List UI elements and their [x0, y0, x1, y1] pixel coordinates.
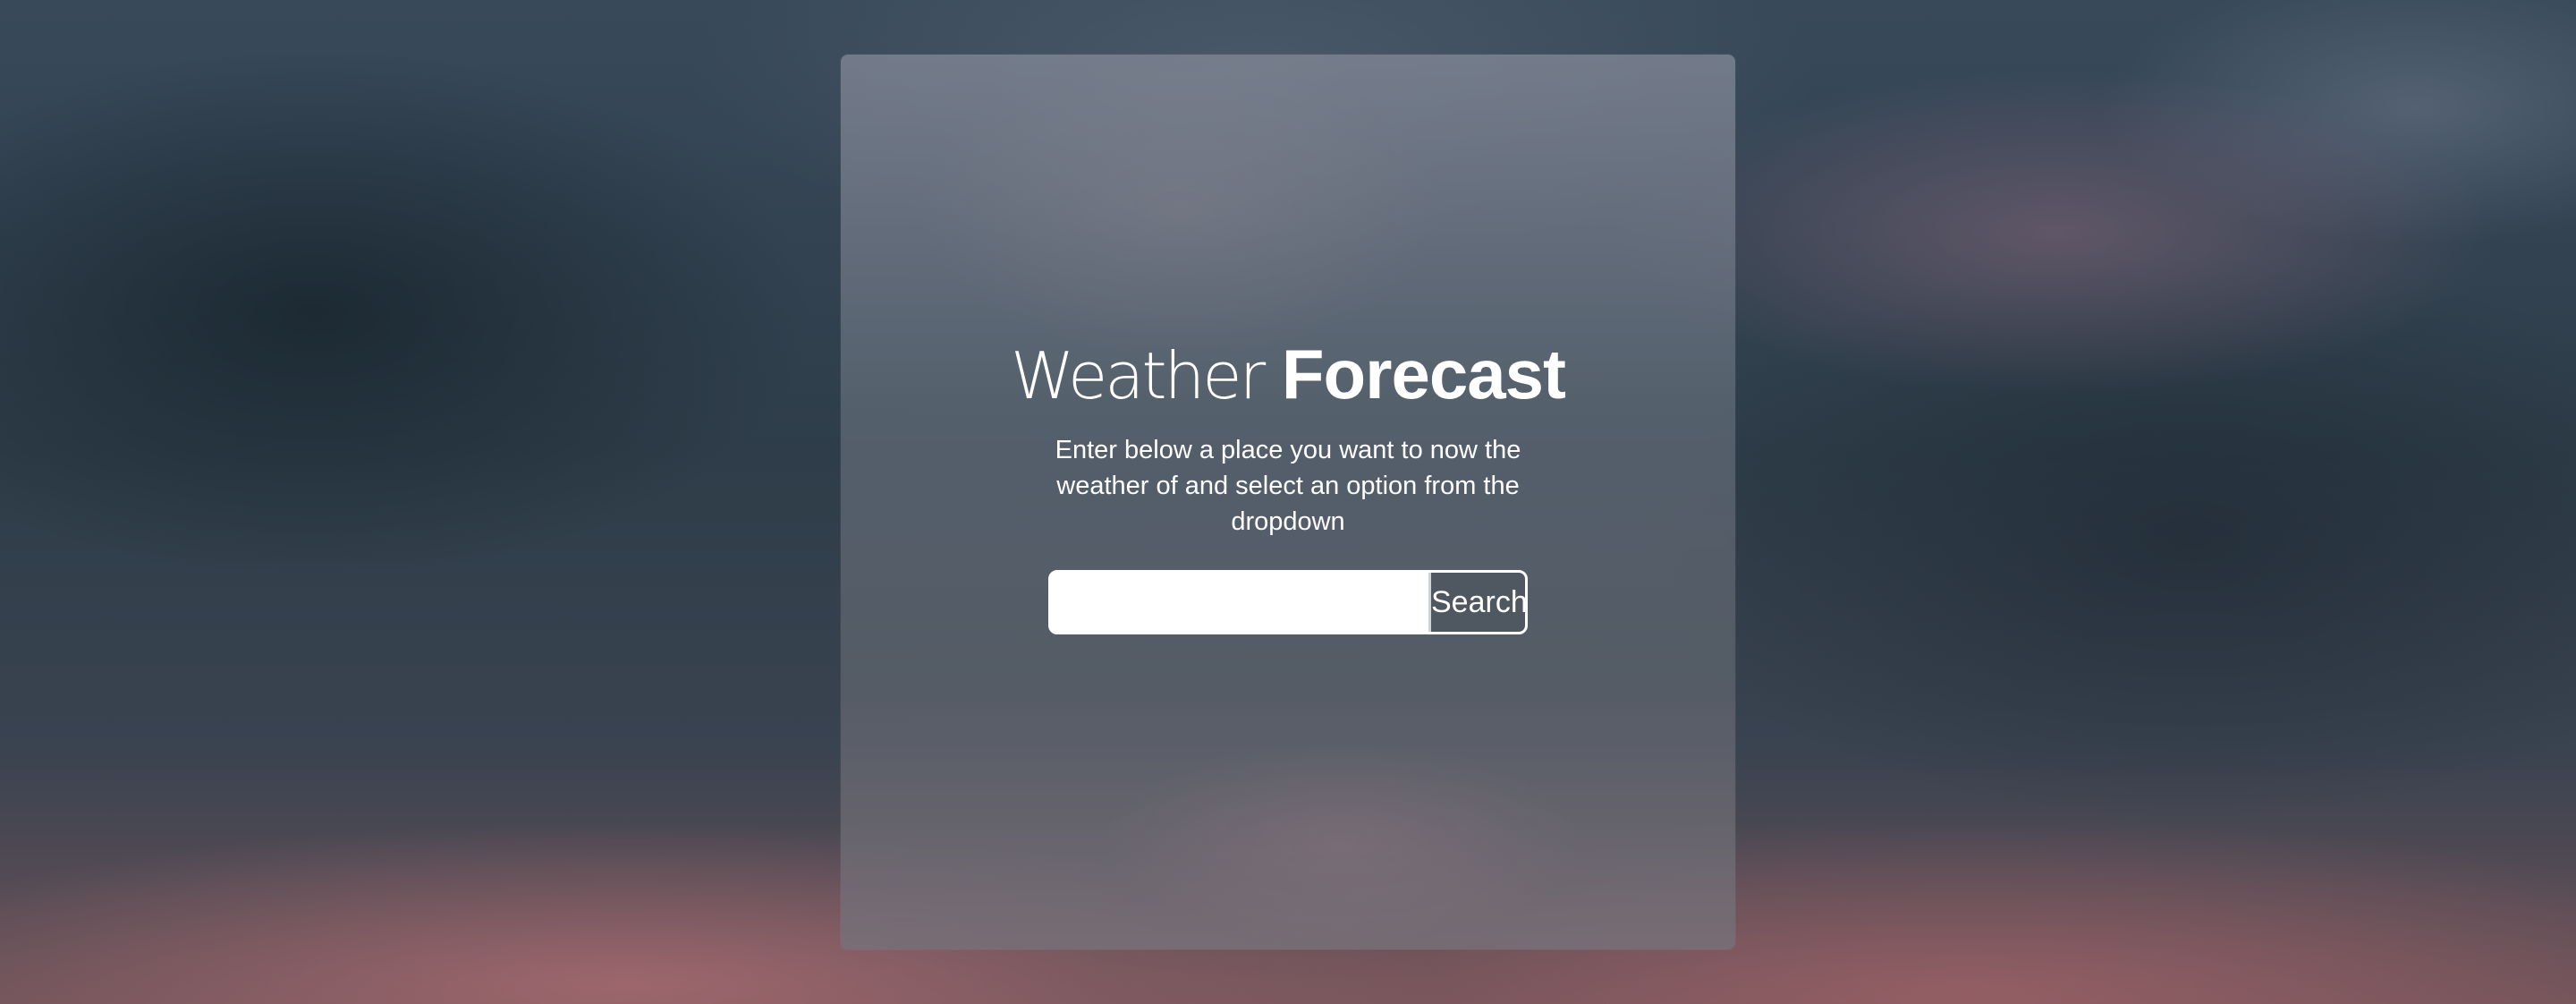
page-title: Weather Forecast [1011, 334, 1566, 416]
search-bar: Search [1048, 570, 1528, 634]
forecast-card: Weather Forecast Enter below a place you… [841, 55, 1735, 949]
card-content: Weather Forecast Enter below a place you… [841, 55, 1735, 949]
search-button[interactable]: Search [1428, 573, 1525, 632]
search-input[interactable] [1051, 573, 1428, 632]
title-light-part: Weather [1011, 338, 1266, 413]
page-subtitle: Enter below a place you want to now the … [1055, 436, 1521, 536]
title-bold-part: Forecast [1281, 335, 1566, 413]
